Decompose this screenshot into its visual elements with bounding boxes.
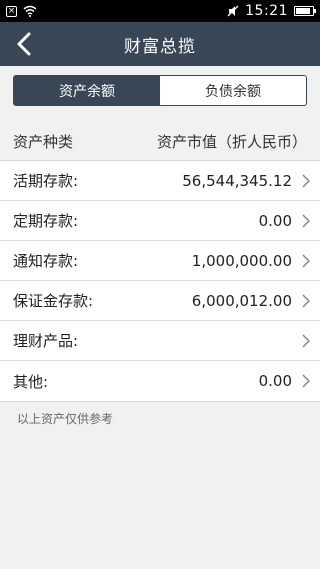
chevron-right-icon [302,293,310,308]
row-value: 6,000,012.00 [191,291,292,310]
chevron-right-icon [302,333,310,348]
page-title: 财富总揽 [124,36,196,57]
wifi-icon [23,5,37,17]
chevron-left-icon [17,32,31,56]
row-label: 其他: [13,372,49,391]
battery-level [296,8,310,14]
back-button[interactable] [10,30,38,58]
mute-icon [227,5,239,17]
row-label: 通知存款: [13,252,79,270]
list-item-other[interactable]: 其他: 0.00 [0,361,320,401]
footnote: 以上资产仅供参考 [17,412,114,426]
asset-list: 活期存款: 56,544,345.12 定期存款: 0.00 通知存款: 1,0… [0,160,320,402]
navigation-bar: 财富总揽 [0,22,320,66]
list-header: 资产种类 资产市值（折人民币） [0,124,320,158]
tab-asset-balance[interactable]: 资产余额 [14,76,160,105]
chevron-right-icon [302,173,310,188]
list-item-notice-deposit[interactable]: 通知存款: 1,000,000.00 [0,241,320,281]
list-item-margin-deposit[interactable]: 保证金存款: 6,000,012.00 [0,281,320,321]
status-bar: × 15:21 [0,0,320,22]
close-icon: × [6,5,17,17]
chevron-right-icon [302,253,310,268]
row-value: 1,000,000.00 [191,251,292,270]
row-value: 56,544,345.12 [182,171,292,190]
list-item-time-deposit[interactable]: 定期存款: 0.00 [0,201,320,241]
row-label: 保证金存款: [13,292,94,310]
column-header-asset-type: 资产种类 [13,132,74,151]
status-bar-right: 15:21 [227,3,316,19]
list-item-wealth-products[interactable]: 理财产品: [0,321,320,361]
row-label: 定期存款: [13,212,79,230]
row-label: 理财产品: [13,332,79,350]
status-time: 15:21 [245,3,288,19]
row-value: 0.00 [258,372,292,390]
list-item-demand-deposit[interactable]: 活期存款: 56,544,345.12 [0,161,320,201]
status-bar-left: × [6,5,37,17]
row-value: 0.00 [258,211,292,230]
battery-icon [294,6,316,16]
row-label: 活期存款: [13,172,79,190]
chevron-right-icon [302,374,310,388]
column-header-market-value: 资产市值（折人民币） [156,132,307,151]
balance-tabs: 资产余额 负债余额 [13,75,307,106]
chevron-right-icon [302,213,310,228]
tab-liability-balance[interactable]: 负债余额 [160,76,306,105]
